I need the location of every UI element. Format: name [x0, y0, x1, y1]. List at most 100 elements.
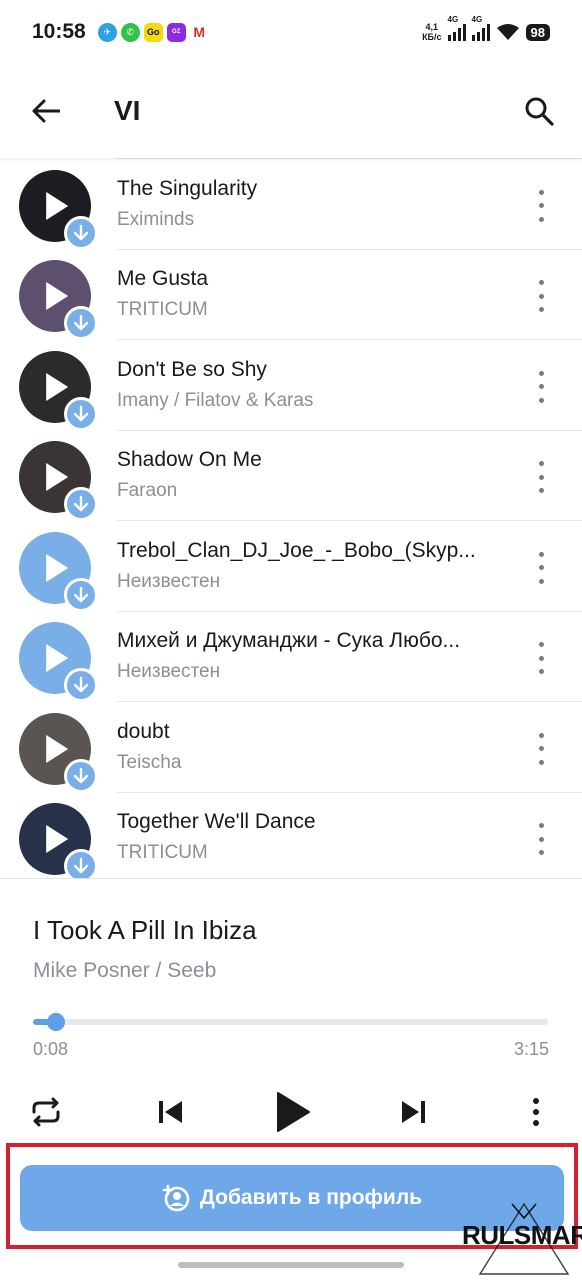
now-playing-title: I Took A Pill In Ibiza: [33, 915, 257, 945]
more-vertical-icon: [538, 488, 544, 493]
track-artist: TRITICUM: [117, 299, 208, 320]
battery-indicator: 98: [525, 23, 550, 41]
track-artist: Faraon: [117, 480, 178, 501]
skip-next-icon: [402, 1101, 425, 1123]
track-artist: Teischa: [117, 751, 182, 773]
progress-bar[interactable]: [33, 1013, 548, 1031]
play-icon: [46, 463, 69, 491]
more-vertical-icon: [538, 280, 544, 285]
more-vertical-icon: [538, 823, 544, 828]
add-to-profile-label: Добавить в профиль: [199, 1186, 423, 1209]
track-row[interactable]: Don't Be so Shy Imany / Filatov & Karas: [0, 341, 582, 431]
track-more-button[interactable]: [530, 461, 552, 493]
track-more-button[interactable]: [530, 732, 552, 765]
notification-icons: ✈ ✆ Go OZ M: [97, 22, 209, 42]
track-row[interactable]: Михей и Джуманджи - Сука Любо... Неизвест…: [0, 612, 582, 702]
status-time: 10:58: [32, 20, 86, 43]
play-icon: [46, 282, 69, 310]
signal-icon: 4G: [471, 15, 490, 41]
downloaded-icon: [64, 577, 98, 612]
track-title: doubt: [117, 719, 170, 743]
more-vertical-icon: [538, 565, 544, 570]
play-icon: [46, 553, 69, 582]
track-more-button[interactable]: [530, 551, 552, 584]
downloaded-icon: [64, 668, 98, 702]
player-controls: [0, 1087, 582, 1137]
status-bar: 10:58 ✈ ✆ Go OZ M 4,1 КБ/с 4G 4G 98: [0, 0, 582, 64]
status-indicators: 4,1 КБ/с 4G 4G 98: [422, 15, 550, 42]
more-vertical-icon: [538, 370, 544, 376]
more-vertical-icon: [538, 461, 544, 466]
track-title: The Singularity: [117, 176, 258, 200]
net-speed-unit: КБ/с: [422, 32, 442, 42]
search-icon: [525, 97, 554, 126]
next-button[interactable]: [394, 1087, 434, 1137]
net-speed-value: 4,1: [425, 22, 439, 32]
track-artist: Неизвестен: [117, 570, 221, 592]
more-vertical-icon: [538, 307, 544, 312]
track-artist: Eximinds: [117, 208, 195, 230]
track-title: Trebol_Clan_DJ_Joe_-_Bobo_(Skyp...: [117, 538, 476, 562]
back-button[interactable]: [16, 81, 76, 141]
search-button[interactable]: [514, 86, 564, 136]
track-row[interactable]: Shadow On Me Faraon: [0, 431, 582, 521]
track-artist: Imany / Filatov & Karas: [117, 389, 314, 411]
track-artist: Неизвестен: [117, 661, 221, 682]
more-vertical-icon: [538, 655, 544, 661]
track-row[interactable]: Me Gusta TRITICUM: [0, 250, 582, 340]
play-icon: [46, 825, 69, 853]
progress-thumb[interactable]: [47, 1013, 66, 1031]
home-indicator[interactable]: [178, 1262, 404, 1268]
track-row[interactable]: doubt Teischa: [0, 703, 582, 793]
add-user-icon: [162, 1184, 190, 1212]
track-title: Don't Be so Shy: [117, 357, 267, 381]
more-vertical-icon: [538, 732, 544, 738]
repeat-icon: [32, 1097, 60, 1127]
more-vertical-icon: [538, 397, 544, 403]
more-vertical-icon: [538, 216, 544, 222]
downloaded-icon: [64, 487, 98, 521]
track-list[interactable]: Неизвестен The Singularity Eximinds Me Gust…: [0, 98, 582, 878]
signal-icon: 4G: [447, 15, 466, 41]
watermark-text: RULSMART: [462, 1220, 582, 1250]
track-title: Me Gusta: [117, 267, 209, 290]
previous-button[interactable]: [150, 1087, 190, 1137]
more-vertical-icon: [538, 669, 544, 674]
track-title: Shadow On Me: [117, 448, 262, 471]
now-playing-artist: Mike Posner / Seeb: [33, 959, 217, 982]
player-more-button[interactable]: [524, 1087, 548, 1137]
play-button[interactable]: [270, 1087, 314, 1137]
track-more-button[interactable]: [530, 280, 552, 312]
network-speed: 4,1 КБ/с: [422, 22, 441, 42]
go-app-icon: Go: [143, 22, 163, 42]
arrow-left-icon: [32, 99, 60, 123]
play-icon: [46, 191, 69, 220]
app-header: VI: [0, 64, 582, 158]
play-icon: [277, 1092, 310, 1132]
more-vertical-icon: [533, 1098, 539, 1126]
track-title: Михей и Джуманджи - Сука Любо...: [117, 629, 461, 652]
skip-previous-icon: [159, 1101, 182, 1123]
more-vertical-icon: [538, 474, 544, 480]
track-row[interactable]: Together We'll Dance TRITICUM: [0, 793, 582, 878]
total-time: 3:15: [513, 1039, 549, 1059]
more-vertical-icon: [538, 746, 544, 751]
track-row[interactable]: Trebol_Clan_DJ_Joe_-_Bobo_(Skyp... Неизве…: [0, 522, 582, 612]
track-title: Together We'll Dance: [117, 810, 316, 833]
downloaded-icon: [64, 396, 98, 431]
telegram-icon: ✈: [97, 22, 117, 42]
ozon-icon: OZ: [166, 22, 186, 42]
more-vertical-icon: [538, 189, 544, 195]
downloaded-icon: [64, 215, 98, 250]
track-artist: TRITICUM: [117, 842, 208, 863]
track-row[interactable]: The Singularity Eximinds: [0, 160, 582, 250]
track-more-button[interactable]: [530, 370, 552, 403]
play-icon: [46, 734, 69, 763]
repeat-button[interactable]: [26, 1087, 66, 1137]
track-more-button[interactable]: [530, 823, 552, 855]
track-more-button[interactable]: [530, 189, 552, 222]
more-vertical-icon: [538, 578, 544, 584]
signal-label: 4G: [471, 15, 483, 24]
whatsapp-icon: ✆: [120, 22, 140, 42]
track-more-button[interactable]: [530, 642, 552, 674]
